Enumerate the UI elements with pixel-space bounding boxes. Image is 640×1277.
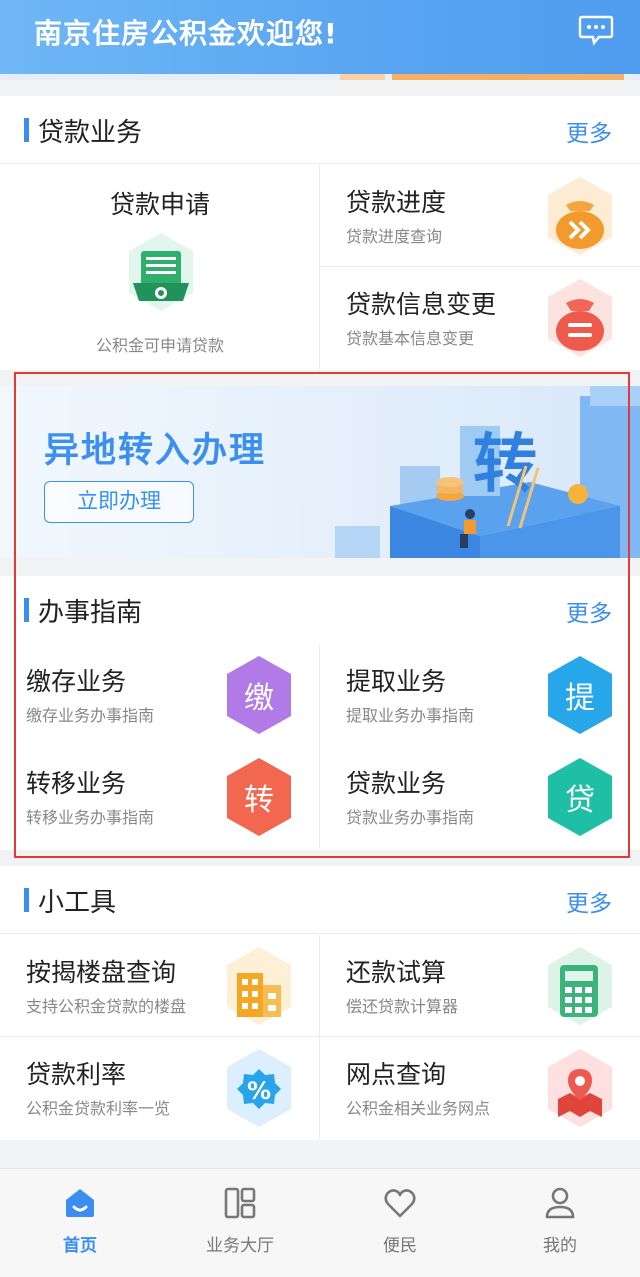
- tool-subtitle: 公积金相关业务网点: [346, 1099, 491, 1118]
- guide-item-subtitle: 贷款业务办事指南: [346, 808, 475, 827]
- guide-section-header: 办事指南 更多: [0, 576, 640, 644]
- money-bag-icon: [548, 279, 612, 357]
- deposit-badge-icon: 缴: [227, 656, 291, 734]
- loan-progress-title: 贷款进度: [346, 188, 447, 217]
- tool-title: 网点查询: [346, 1060, 447, 1089]
- percent-badge-icon: %: [227, 1049, 291, 1127]
- svg-text:贷: 贷: [565, 783, 595, 818]
- svg-text:提: 提: [565, 681, 595, 716]
- progress-arrows-icon: [548, 177, 612, 255]
- welcome-title: 南京住房公积金欢迎您!: [34, 17, 338, 50]
- building-icon: [227, 947, 291, 1025]
- nav-mine[interactable]: 我的: [480, 1169, 640, 1277]
- loan-document-icon: [129, 233, 193, 311]
- tool-building-query-card[interactable]: 按揭楼盘查询 支持公积金贷款的楼盘: [0, 935, 320, 1037]
- tool-loan-rate-card[interactable]: 贷款利率 公积金贷款利率一览 %: [0, 1037, 320, 1139]
- guide-withdraw-card[interactable]: 提取业务 提取业务办事指南 提: [320, 644, 640, 746]
- guide-item-subtitle: 缴存业务办事指南: [26, 706, 155, 725]
- loan-progress-card[interactable]: 贷款进度 贷款进度查询: [320, 165, 640, 267]
- loan-apply-title: 贷款申请: [109, 190, 210, 219]
- withdraw-badge-icon: 提: [548, 656, 612, 734]
- nav-convenience[interactable]: 便民: [320, 1169, 480, 1277]
- section-title: 贷款业务: [38, 118, 143, 148]
- tool-subtitle: 偿还贷款计算器: [346, 997, 459, 1016]
- section-title: 办事指南: [38, 598, 143, 628]
- tool-title: 还款试算: [346, 958, 447, 987]
- tools-section-header: 小工具 更多: [0, 866, 640, 934]
- grid-icon: [224, 1187, 256, 1219]
- tool-branch-query-card[interactable]: 网点查询 公积金相关业务网点: [320, 1037, 640, 1139]
- loan-section: 贷款业务 更多 贷款申请 公积金可申请贷款 贷款进度 贷款进度查询 贷款信息变更…: [0, 96, 640, 370]
- banner-art-char: 转: [473, 428, 537, 502]
- nav-business-hall-label: 业务大厅: [206, 1236, 274, 1256]
- guide-item-subtitle: 提取业务办事指南: [346, 706, 475, 725]
- section-title: 小工具: [38, 888, 117, 918]
- chat-bubble-icon[interactable]: [578, 14, 614, 46]
- nav-business-hall[interactable]: 业务大厅: [160, 1169, 320, 1277]
- guide-transfer-card[interactable]: 转移业务 转移业务办事指南 转: [0, 746, 320, 848]
- transfer-banner[interactable]: 异地转入办理 立即办理 转: [0, 386, 640, 558]
- loan-apply-card[interactable]: 贷款申请 公积金可申请贷款: [0, 165, 320, 370]
- nav-convenience-label: 便民: [383, 1236, 417, 1256]
- nav-home-label: 首页: [63, 1236, 97, 1256]
- user-icon: [545, 1187, 575, 1219]
- tool-title: 贷款利率: [26, 1060, 127, 1089]
- guide-item-title: 转移业务: [26, 769, 127, 798]
- guide-more-link[interactable]: 更多: [566, 594, 612, 628]
- nav-mine-label: 我的: [543, 1236, 577, 1256]
- loan-progress-subtitle: 贷款进度查询: [346, 227, 443, 246]
- banner-title: 异地转入办理: [44, 431, 267, 471]
- guide-loan-card[interactable]: 贷款业务 贷款业务办事指南 贷: [320, 746, 640, 848]
- guide-item-title: 缴存业务: [26, 667, 127, 696]
- loan-change-title: 贷款信息变更: [346, 290, 497, 319]
- loan-change-subtitle: 贷款基本信息变更: [346, 329, 475, 348]
- svg-text:缴: 缴: [244, 681, 274, 716]
- loan-apply-subtitle: 公积金可申请贷款: [95, 336, 224, 355]
- handle-now-button[interactable]: 立即办理: [44, 481, 194, 523]
- tools-section: 小工具 更多 按揭楼盘查询 支持公积金贷款的楼盘 还款试算 偿还贷款计算器 贷款…: [0, 866, 640, 1140]
- loan-info-change-card[interactable]: 贷款信息变更 贷款基本信息变更: [320, 267, 640, 369]
- tool-subtitle: 支持公积金贷款的楼盘: [26, 997, 187, 1016]
- tool-subtitle: 公积金贷款利率一览: [26, 1099, 171, 1118]
- tool-title: 按揭楼盘查询: [26, 958, 177, 987]
- svg-text:转: 转: [244, 783, 274, 818]
- loan-more-link[interactable]: 更多: [566, 114, 612, 148]
- home-icon: [66, 1189, 94, 1217]
- map-pin-icon: [548, 1049, 612, 1127]
- nav-home[interactable]: 首页: [0, 1169, 160, 1277]
- heart-icon: [384, 1189, 416, 1218]
- svg-text:%: %: [247, 1077, 271, 1105]
- tool-repayment-calc-card[interactable]: 还款试算 偿还贷款计算器: [320, 935, 640, 1037]
- app-header: 南京住房公积金欢迎您!: [0, 0, 640, 80]
- loan-section-header: 贷款业务 更多: [0, 96, 640, 164]
- guide-deposit-card[interactable]: 缴存业务 缴存业务办事指南 缴: [0, 644, 320, 746]
- calculator-icon: [548, 947, 612, 1025]
- guide-item-title: 贷款业务: [346, 769, 447, 798]
- bottom-navigation: 首页 业务大厅 便民 我的: [0, 1168, 640, 1277]
- tools-more-link[interactable]: 更多: [566, 884, 612, 918]
- transfer-illustration: 转: [335, 386, 640, 558]
- guide-item-subtitle: 转移业务办事指南: [26, 808, 155, 827]
- guide-item-title: 提取业务: [346, 667, 447, 696]
- loan-badge-icon: 贷: [548, 758, 612, 836]
- guide-section: 办事指南 更多 缴存业务 缴存业务办事指南 缴 提取业务 提取业务办事指南 提 …: [0, 576, 640, 850]
- transfer-badge-icon: 转: [227, 758, 291, 836]
